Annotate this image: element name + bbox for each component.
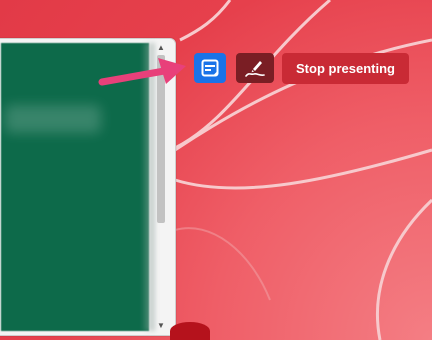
scroll-down-arrow-icon[interactable]: ▼ (156, 321, 166, 331)
stop-presenting-button[interactable]: Stop presenting (282, 53, 409, 84)
slide-blurred-text (5, 105, 101, 133)
annotate-pen-button[interactable] (236, 53, 274, 83)
speaker-notes-button[interactable] (194, 53, 226, 83)
pointer-arrow-icon (98, 58, 186, 86)
bottom-decoration (170, 322, 210, 340)
pen-annotate-icon (245, 61, 265, 77)
speaker-notes-icon (201, 59, 219, 77)
